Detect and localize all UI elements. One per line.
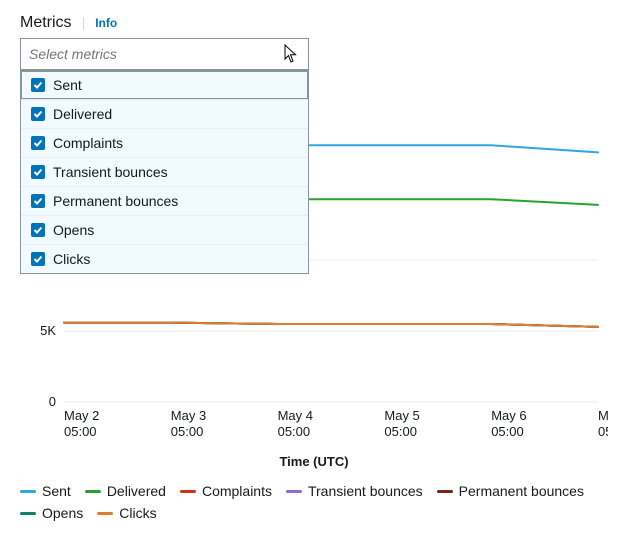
option-label: Opens (53, 222, 94, 238)
svg-text:05:00: 05:00 (64, 424, 97, 439)
svg-text:May 5: May 5 (384, 408, 419, 423)
legend-label: Opens (42, 505, 83, 521)
checkbox-icon (31, 107, 45, 121)
legend-item-transient-bounces: Transient bounces (286, 483, 423, 499)
header-divider: | (82, 14, 86, 30)
checkbox-icon (31, 252, 45, 266)
option-sent[interactable]: Sent (21, 70, 308, 99)
checkbox-icon (31, 136, 45, 150)
legend-swatch (20, 512, 36, 515)
svg-text:5K: 5K (40, 323, 56, 338)
info-link[interactable]: Info (95, 16, 117, 30)
option-complaints[interactable]: Complaints (21, 128, 308, 157)
option-permanent-bounces[interactable]: Permanent bounces (21, 186, 308, 215)
legend-swatch (180, 490, 196, 493)
checkbox-icon (31, 165, 45, 179)
legend-item-sent: Sent (20, 483, 71, 499)
legend-label: Permanent bounces (459, 483, 584, 499)
metrics-dropdown[interactable]: Sent Delivered Complaints Transient bounces… (20, 70, 309, 274)
svg-text:0: 0 (49, 394, 56, 409)
svg-text:05:00: 05:00 (278, 424, 311, 439)
chart-legend: Sent Delivered Complaints Transient bounces… (20, 483, 608, 521)
legend-swatch (437, 490, 453, 493)
legend-item-complaints: Complaints (180, 483, 272, 499)
svg-text:May 3: May 3 (171, 408, 206, 423)
legend-swatch (20, 490, 36, 493)
legend-item-opens: Opens (20, 505, 83, 521)
legend-swatch (286, 490, 302, 493)
legend-item-delivered: Delivered (85, 483, 166, 499)
legend-swatch (97, 512, 113, 515)
legend-swatch (85, 490, 101, 493)
svg-text:05:00: 05:00 (171, 424, 204, 439)
legend-item-clicks: Clicks (97, 505, 156, 521)
option-label: Permanent bounces (53, 193, 178, 209)
legend-label: Sent (42, 483, 71, 499)
checkbox-icon (31, 78, 45, 92)
svg-text:05:00: 05:00 (491, 424, 524, 439)
option-label: Clicks (53, 251, 90, 267)
svg-text:May 4: May 4 (278, 408, 313, 423)
checkbox-icon (31, 194, 45, 208)
svg-text:05:00: 05:00 (598, 424, 608, 439)
metrics-select-input[interactable] (20, 38, 309, 70)
legend-label: Complaints (202, 483, 272, 499)
legend-label: Clicks (119, 505, 156, 521)
option-label: Delivered (53, 106, 112, 122)
legend-label: Delivered (107, 483, 166, 499)
svg-text:May 7: May 7 (598, 408, 608, 423)
option-delivered[interactable]: Delivered (21, 99, 308, 128)
svg-text:05:00: 05:00 (384, 424, 417, 439)
svg-text:May 2: May 2 (64, 408, 99, 423)
option-opens[interactable]: Opens (21, 215, 308, 244)
option-transient-bounces[interactable]: Transient bounces (21, 157, 308, 186)
page-title: Metrics (20, 14, 72, 32)
x-axis-label: Time (UTC) (20, 454, 608, 469)
option-label: Transient bounces (53, 164, 168, 180)
svg-text:May 6: May 6 (491, 408, 526, 423)
option-clicks[interactable]: Clicks (21, 244, 308, 273)
checkbox-icon (31, 223, 45, 237)
legend-label: Transient bounces (308, 483, 423, 499)
legend-item-permanent-bounces: Permanent bounces (437, 483, 584, 499)
option-label: Sent (53, 77, 82, 93)
metrics-multiselect[interactable]: SentDeliveredComplaintsTransient bounces… (20, 38, 309, 70)
option-label: Complaints (53, 135, 123, 151)
